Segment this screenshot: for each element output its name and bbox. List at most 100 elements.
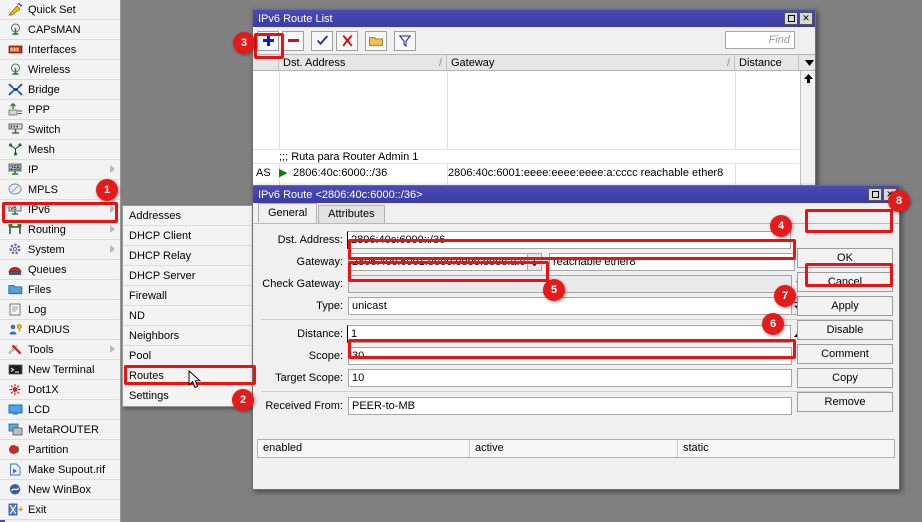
terminal-icon bbox=[7, 363, 23, 377]
column-header-dst-address[interactable]: Dst. Address/ bbox=[279, 55, 447, 70]
winbox-icon bbox=[7, 483, 23, 497]
submenu-item-dhcp-client[interactable]: DHCP Client bbox=[123, 226, 257, 246]
sidebar-item-wireless[interactable]: Wireless bbox=[0, 60, 120, 80]
search-input[interactable]: Find bbox=[725, 31, 795, 49]
sidebar-item-exit[interactable]: Exit bbox=[0, 500, 120, 520]
disable-button[interactable]: Disable bbox=[797, 320, 893, 340]
sidebar-item-label: Routing bbox=[28, 224, 66, 236]
apply-button[interactable]: Apply bbox=[797, 296, 893, 316]
sidebar-item-log[interactable]: Log bbox=[0, 300, 120, 320]
routelist-enable-button[interactable] bbox=[311, 31, 333, 51]
sidebar-item-dot1x[interactable]: Dot1X bbox=[0, 380, 120, 400]
remove-button[interactable]: Remove bbox=[797, 392, 893, 412]
sidebar-item-new-winbox[interactable]: New WinBox bbox=[0, 480, 120, 500]
gateway-status-field[interactable]: reachable ether8 bbox=[549, 253, 795, 271]
sidebar-item-switch[interactable]: Switch bbox=[0, 120, 120, 140]
column-menu-icon[interactable] bbox=[799, 55, 815, 70]
submenu-item-firewall[interactable]: Firewall bbox=[123, 286, 257, 306]
route-dialog-status-bar: enabled active static bbox=[257, 439, 895, 458]
sidebar-item-radius[interactable]: RADIUS bbox=[0, 320, 120, 340]
sidebar-item-tools[interactable]: Tools bbox=[0, 340, 120, 360]
routelist-add-button[interactable] bbox=[257, 31, 279, 51]
column-header-gateway[interactable]: Gateway/ bbox=[447, 55, 735, 70]
sidebar-item-label: CAPsMAN bbox=[28, 24, 81, 36]
ok-button[interactable]: OK bbox=[797, 248, 893, 268]
scope-field[interactable]: 30 bbox=[348, 347, 792, 365]
sidebar-item-metarouter[interactable]: MetaROUTER bbox=[0, 420, 120, 440]
submenu-item-dhcp-server[interactable]: DHCP Server bbox=[123, 266, 257, 286]
route-dialog-titlebar[interactable]: IPv6 Route <2806:40c:6000::/36> ✕ bbox=[253, 186, 899, 203]
sidebar-item-label: Quick Set bbox=[28, 4, 76, 16]
sidebar-item-partition[interactable]: Partition bbox=[0, 440, 120, 460]
sidebar-item-label: Bridge bbox=[28, 84, 60, 96]
copy-button[interactable]: Copy bbox=[797, 368, 893, 388]
chevron-right-icon bbox=[110, 225, 115, 233]
table-row[interactable]: AS ▶ 2806:40c:6000::/36 2806:40c:6001:ee… bbox=[253, 165, 799, 181]
distance-field[interactable]: 1 bbox=[347, 325, 791, 343]
callout-badge-3: 3 bbox=[233, 32, 255, 54]
scroll-up-icon[interactable] bbox=[802, 71, 814, 85]
sidebar-item-label: MetaROUTER bbox=[28, 424, 99, 436]
tab-general[interactable]: General bbox=[258, 203, 317, 223]
ipv6-route-dialog: IPv6 Route <2806:40c:6000::/36> ✕ Genera… bbox=[252, 185, 900, 490]
interfaces-icon bbox=[7, 43, 23, 57]
routelist-filter-button[interactable] bbox=[394, 31, 416, 51]
routelist-remove-button[interactable] bbox=[282, 31, 304, 51]
route-dialog-button-column: OK Cancel Apply Disable Comment Copy Remove bbox=[797, 248, 893, 416]
type-field[interactable]: unicast bbox=[348, 297, 792, 315]
routelist-comment-button[interactable] bbox=[365, 31, 387, 51]
sidebar-item-routing[interactable]: Routing bbox=[0, 220, 120, 240]
submenu-item-routes[interactable]: Routes bbox=[123, 366, 257, 386]
route-list-vertical-scrollbar[interactable] bbox=[800, 71, 815, 185]
cancel-button[interactable]: Cancel bbox=[797, 272, 893, 292]
routing-icon bbox=[7, 223, 23, 237]
gateway-field[interactable]: 2806:40c:6001:eeee:eeee:eeee:a:c bbox=[348, 253, 528, 271]
comment-button[interactable]: Comment bbox=[797, 344, 893, 364]
status-enabled: enabled bbox=[258, 440, 470, 457]
sidebar-item-ip[interactable]: 255IP bbox=[0, 160, 120, 180]
metarouter-icon bbox=[7, 423, 23, 437]
sidebar-item-capsman[interactable]: CAPsMAN bbox=[0, 20, 120, 40]
sidebar-item-make-supout-rif[interactable]: Make Supout.rif bbox=[0, 460, 120, 480]
sidebar-item-label: Interfaces bbox=[28, 44, 76, 56]
sidebar-item-files[interactable]: Files bbox=[0, 280, 120, 300]
maximize-icon[interactable] bbox=[868, 188, 882, 201]
submenu-item-nd[interactable]: ND bbox=[123, 306, 257, 326]
ip-icon: 255 bbox=[7, 163, 23, 177]
sidebar-item-mesh[interactable]: Mesh bbox=[0, 140, 120, 160]
received-from-field[interactable]: PEER-to-MB bbox=[348, 397, 792, 415]
route-comment-row[interactable]: ;;; Ruta para Router Admin 1 bbox=[253, 149, 799, 164]
sidebar-item-system[interactable]: System bbox=[0, 240, 120, 260]
route-dialog-tabs: General Attributes bbox=[253, 203, 899, 224]
route-list-titlebar[interactable]: IPv6 Route List ✕ bbox=[253, 10, 815, 27]
submenu-item-neighbors[interactable]: Neighbors bbox=[123, 326, 257, 346]
submenu-item-pool[interactable]: Pool bbox=[123, 346, 257, 366]
route-list-body[interactable]: ;;; Ruta para Router Admin 1 AS ▶ 2806:4… bbox=[253, 71, 815, 186]
dst-address-field[interactable]: 2806:40c:6000::/36 bbox=[347, 231, 791, 249]
column-header-distance[interactable]: Distance bbox=[735, 55, 799, 70]
sidebar-item-new-terminal[interactable]: New Terminal bbox=[0, 360, 120, 380]
routelist-disable-button[interactable] bbox=[336, 31, 358, 51]
check-gateway-field[interactable] bbox=[348, 275, 792, 293]
gateway-dropdown-icon[interactable] bbox=[527, 253, 542, 271]
ipv6-submenu: AddressesDHCP Client DHCP Relay DHCP Serve… bbox=[122, 205, 258, 407]
mesh-icon bbox=[7, 143, 23, 157]
svg-text:v6: v6 bbox=[10, 206, 17, 212]
sidebar-item-quick-set[interactable]: Quick Set bbox=[0, 0, 120, 20]
submenu-item-label: DHCP Relay bbox=[129, 250, 191, 262]
sidebar-item-label: IPv6 bbox=[28, 204, 50, 216]
tab-attributes[interactable]: Attributes bbox=[318, 205, 384, 223]
submenu-item-addresses[interactable]: Addresses bbox=[123, 206, 257, 226]
sidebar-item-bridge[interactable]: Bridge bbox=[0, 80, 120, 100]
target-scope-field[interactable]: 10 bbox=[348, 369, 792, 387]
sidebar-item-lcd[interactable]: LCD bbox=[0, 400, 120, 420]
sidebar-item-ipv6[interactable]: v6 IPv6 bbox=[0, 200, 120, 220]
column-header-flags[interactable] bbox=[253, 55, 279, 70]
sidebar-item-ppp[interactable]: PPP bbox=[0, 100, 120, 120]
maximize-icon[interactable] bbox=[784, 12, 798, 25]
submenu-item-dhcp-relay[interactable]: DHCP Relay bbox=[123, 246, 257, 266]
route-dialog-body: Dst. Address: 2806:40c:6000::/36 Gateway… bbox=[253, 224, 899, 464]
sidebar-item-queues[interactable]: Queues bbox=[0, 260, 120, 280]
sidebar-item-interfaces[interactable]: Interfaces bbox=[0, 40, 120, 60]
close-icon[interactable]: ✕ bbox=[799, 12, 813, 25]
